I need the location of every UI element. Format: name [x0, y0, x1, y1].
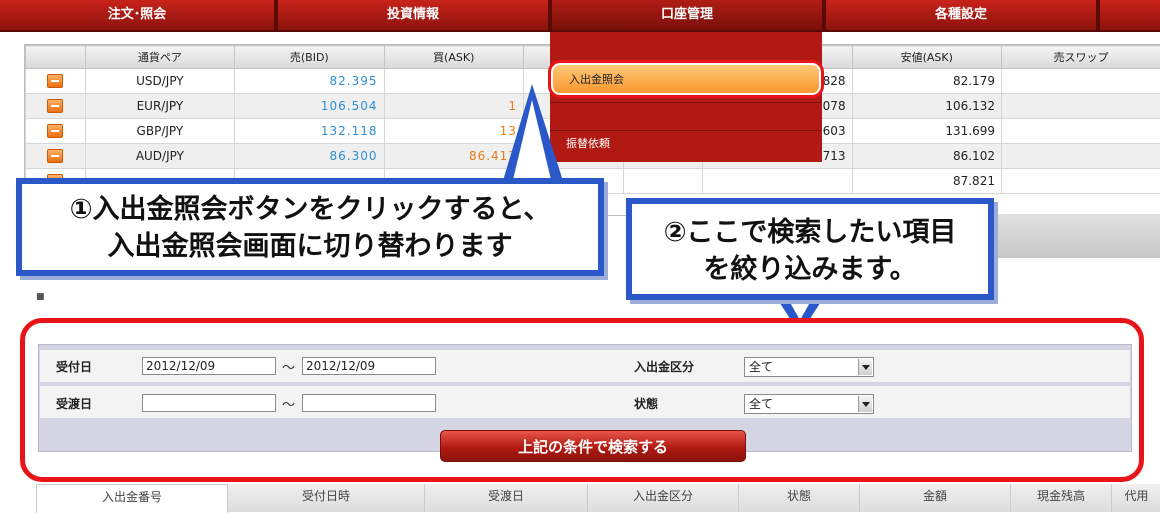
callout2-line2: を絞り込みます。 — [703, 254, 917, 285]
bid-cell[interactable]: 82.395 — [234, 68, 385, 94]
pair-cell: AUD/JPY — [84, 143, 236, 169]
deposit-type-select[interactable]: 全て — [744, 357, 874, 377]
nav-settings[interactable]: 各種設定 — [826, 0, 1097, 30]
col-header-transfer-date: 受渡日 — [424, 484, 587, 512]
nav-more[interactable] — [1100, 0, 1160, 30]
swap-cell — [1000, 118, 1160, 144]
col-header-status: 状態 — [738, 484, 859, 512]
received-date-tilde: ～ — [282, 361, 296, 376]
callout2-line1: ②ここで検索したい項目 — [663, 217, 957, 248]
results-table-header: 入出金番号 受付日時 受渡日 入出金区分 状態 金額 現金残高 代用 — [36, 484, 1160, 528]
minus-icon[interactable] — [47, 124, 64, 139]
transfer-date-to-input[interactable] — [302, 394, 436, 412]
transfer-date-tilde: ～ — [282, 398, 296, 413]
row-toggle[interactable] — [25, 68, 86, 94]
transfer-date-label: 受渡日 — [56, 397, 93, 411]
dropdown-item-hidden[interactable] — [550, 102, 822, 128]
dropdown-item-top[interactable] — [550, 32, 822, 58]
callout1-line2: 入出金照会画面に切り替わります — [107, 231, 513, 262]
col-header-pair: 通貨ペア — [84, 45, 236, 69]
swap-cell — [1000, 168, 1160, 194]
col-header-transaction-no: 入出金番号 — [36, 484, 228, 513]
minus-icon[interactable] — [47, 149, 64, 164]
pair-cell: USD/JPY — [84, 68, 236, 94]
col-header-ask: 買(ASK) — [383, 45, 524, 69]
low-cell: 87.821 — [851, 168, 1002, 194]
callout1-tail — [502, 84, 564, 184]
col-header-low: 安値(ASK) — [851, 45, 1002, 69]
swap-cell — [1000, 68, 1160, 94]
received-date-from-input[interactable] — [142, 357, 276, 375]
toolbar-strip — [992, 214, 1160, 258]
col-header-icon — [25, 45, 86, 69]
col-header-amount: 金額 — [859, 484, 1010, 512]
transfer-date-from-input[interactable] — [142, 394, 276, 412]
row-toggle[interactable] — [25, 118, 86, 144]
deposit-withdrawal-inquiry-menu-item[interactable]: 入出金照会 — [548, 60, 824, 98]
callout1-line1: ①入出金照会ボタンをクリックすると、 — [69, 194, 551, 225]
deposit-type-label: 入出金区分 — [634, 360, 695, 374]
col-header-cash-balance: 現金残高 — [1010, 484, 1111, 512]
received-date-to-input[interactable] — [302, 357, 436, 375]
high-cell — [702, 168, 853, 194]
minus-icon[interactable] — [47, 99, 64, 114]
col-header-substitute: 代用 — [1111, 484, 1160, 512]
blank-cell — [622, 168, 704, 194]
row-toggle[interactable] — [25, 93, 86, 119]
received-date-label: 受付日 — [56, 360, 93, 374]
status-value: 全て — [749, 397, 774, 411]
bid-cell[interactable]: 86.300 — [234, 143, 385, 169]
nav-investment-info[interactable]: 投資情報 — [278, 0, 549, 30]
col-header-received-datetime: 受付日時 — [227, 484, 424, 512]
bid-cell[interactable]: 132.118 — [234, 118, 385, 144]
low-cell: 82.179 — [851, 68, 1002, 94]
swap-cell — [1000, 93, 1160, 119]
row-toggle[interactable] — [25, 143, 86, 169]
status-label: 状態 — [634, 397, 659, 411]
top-nav: 注文･照会 投資情報 口座管理 各種設定 — [0, 0, 1160, 32]
bid-cell[interactable]: 106.504 — [234, 93, 385, 119]
nav-account-management[interactable]: 口座管理 — [552, 0, 823, 30]
pair-cell: EUR/JPY — [84, 93, 236, 119]
low-cell: 86.102 — [851, 143, 1002, 169]
col-header-sell-swap: 売スワップ — [1000, 45, 1160, 69]
instruction-callout-2: ②ここで検索したい項目 を絞り込みます。 — [626, 198, 994, 300]
col-header-bid: 売(BID) — [234, 45, 385, 69]
minus-icon[interactable] — [47, 74, 64, 89]
chevron-down-icon[interactable] — [858, 396, 872, 412]
dropdown-item-transfer-request[interactable]: 振替依頼 — [550, 130, 822, 156]
nav-orders[interactable]: 注文･照会 — [0, 0, 275, 30]
instruction-callout-1: ①入出金照会ボタンをクリックすると、 入出金照会画面に切り替わります — [16, 178, 604, 276]
section-marker: ■ — [36, 292, 45, 302]
swap-cell — [1000, 143, 1160, 169]
deposit-type-value: 全て — [749, 360, 774, 374]
pair-cell: GBP/JPY — [84, 118, 236, 144]
low-cell: 131.699 — [851, 118, 1002, 144]
search-submit-button[interactable]: 上記の条件で検索する — [440, 430, 746, 462]
status-select[interactable]: 全て — [744, 394, 874, 414]
low-cell: 106.132 — [851, 93, 1002, 119]
col-header-type: 入出金区分 — [587, 484, 738, 512]
chevron-down-icon[interactable] — [858, 359, 872, 375]
